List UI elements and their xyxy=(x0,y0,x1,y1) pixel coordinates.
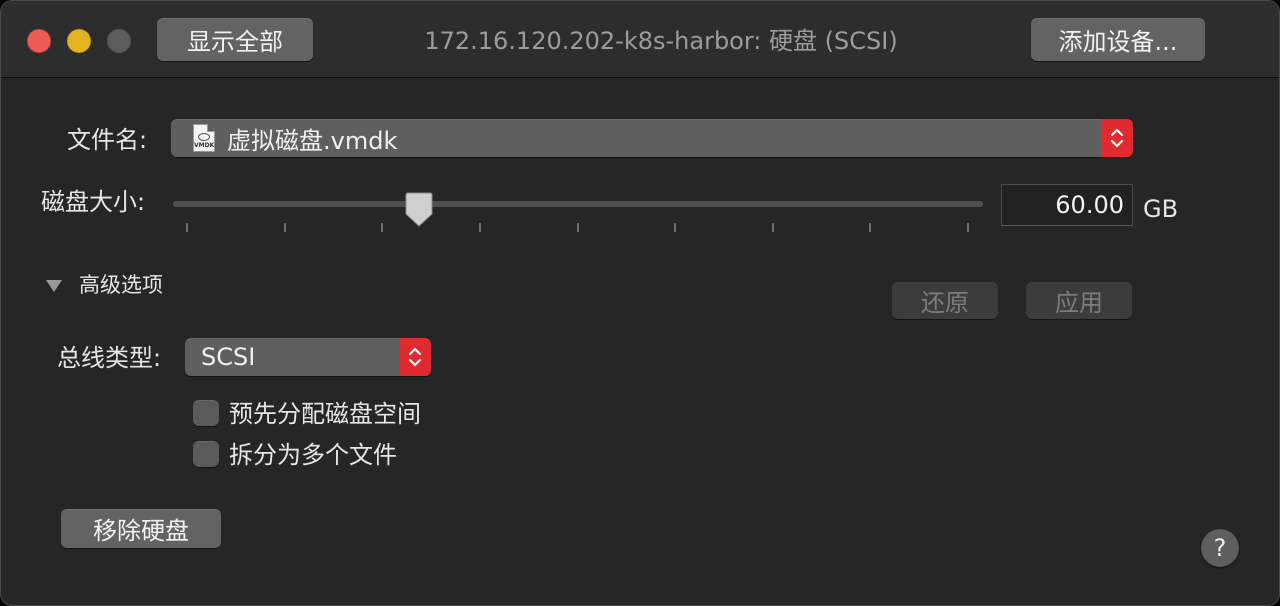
bus-type-value: SCSI xyxy=(201,343,256,371)
settings-window: 显示全部 172.16.120.202-k8s-harbor: 硬盘 (SCSI… xyxy=(0,0,1280,606)
remove-disk-button[interactable]: 移除硬盘 xyxy=(61,509,221,548)
minimize-window-button[interactable] xyxy=(67,29,91,53)
preallocate-label[interactable]: 预先分配磁盘空间 xyxy=(229,399,421,429)
disk-size-slider-track[interactable] xyxy=(173,201,983,207)
slider-tick xyxy=(967,223,969,232)
help-button[interactable]: ? xyxy=(1201,529,1239,567)
slider-tick xyxy=(284,223,286,232)
disk-size-unit: GB xyxy=(1143,195,1179,223)
slider-tick xyxy=(577,223,579,232)
slider-tick xyxy=(869,223,871,232)
slider-tick xyxy=(381,223,383,232)
file-name-label: 文件名: xyxy=(67,126,148,154)
bus-type-popup[interactable]: SCSI xyxy=(185,338,431,376)
apply-button[interactable]: 应用 xyxy=(1026,282,1132,319)
preallocate-checkbox[interactable] xyxy=(193,400,219,426)
slider-tick xyxy=(674,223,676,232)
slider-tick xyxy=(772,223,774,232)
file-name-popup[interactable]: VMDK 虚拟磁盘.vmdk xyxy=(171,119,1133,157)
slider-tick xyxy=(479,223,481,232)
vmdk-file-icon: VMDK xyxy=(193,124,215,152)
disk-size-input[interactable]: 60.00 xyxy=(1001,184,1133,226)
close-window-button[interactable] xyxy=(27,29,51,53)
zoom-window-button[interactable] xyxy=(107,29,131,53)
title-bar: 显示全部 172.16.120.202-k8s-harbor: 硬盘 (SCSI… xyxy=(1,1,1279,78)
advanced-options-label[interactable]: 高级选项 xyxy=(79,270,163,300)
revert-button[interactable]: 还原 xyxy=(892,282,998,319)
window-title: 172.16.120.202-k8s-harbor: 硬盘 (SCSI) xyxy=(424,27,898,55)
file-popup-stepper-icon xyxy=(1101,119,1133,157)
split-files-label[interactable]: 拆分为多个文件 xyxy=(229,440,397,470)
bus-type-label: 总线类型: xyxy=(57,344,162,372)
split-files-checkbox[interactable] xyxy=(193,441,219,467)
show-all-button[interactable]: 显示全部 xyxy=(157,18,313,61)
disk-size-slider-thumb[interactable] xyxy=(403,192,435,232)
slider-tick xyxy=(186,223,188,232)
file-name-value: 虚拟磁盘.vmdk xyxy=(227,126,398,155)
bus-popup-stepper-icon xyxy=(399,338,431,376)
disk-size-label: 磁盘大小: xyxy=(41,188,146,216)
disclosure-triangle-icon[interactable] xyxy=(45,278,63,297)
add-device-button[interactable]: 添加设备... xyxy=(1031,18,1205,61)
